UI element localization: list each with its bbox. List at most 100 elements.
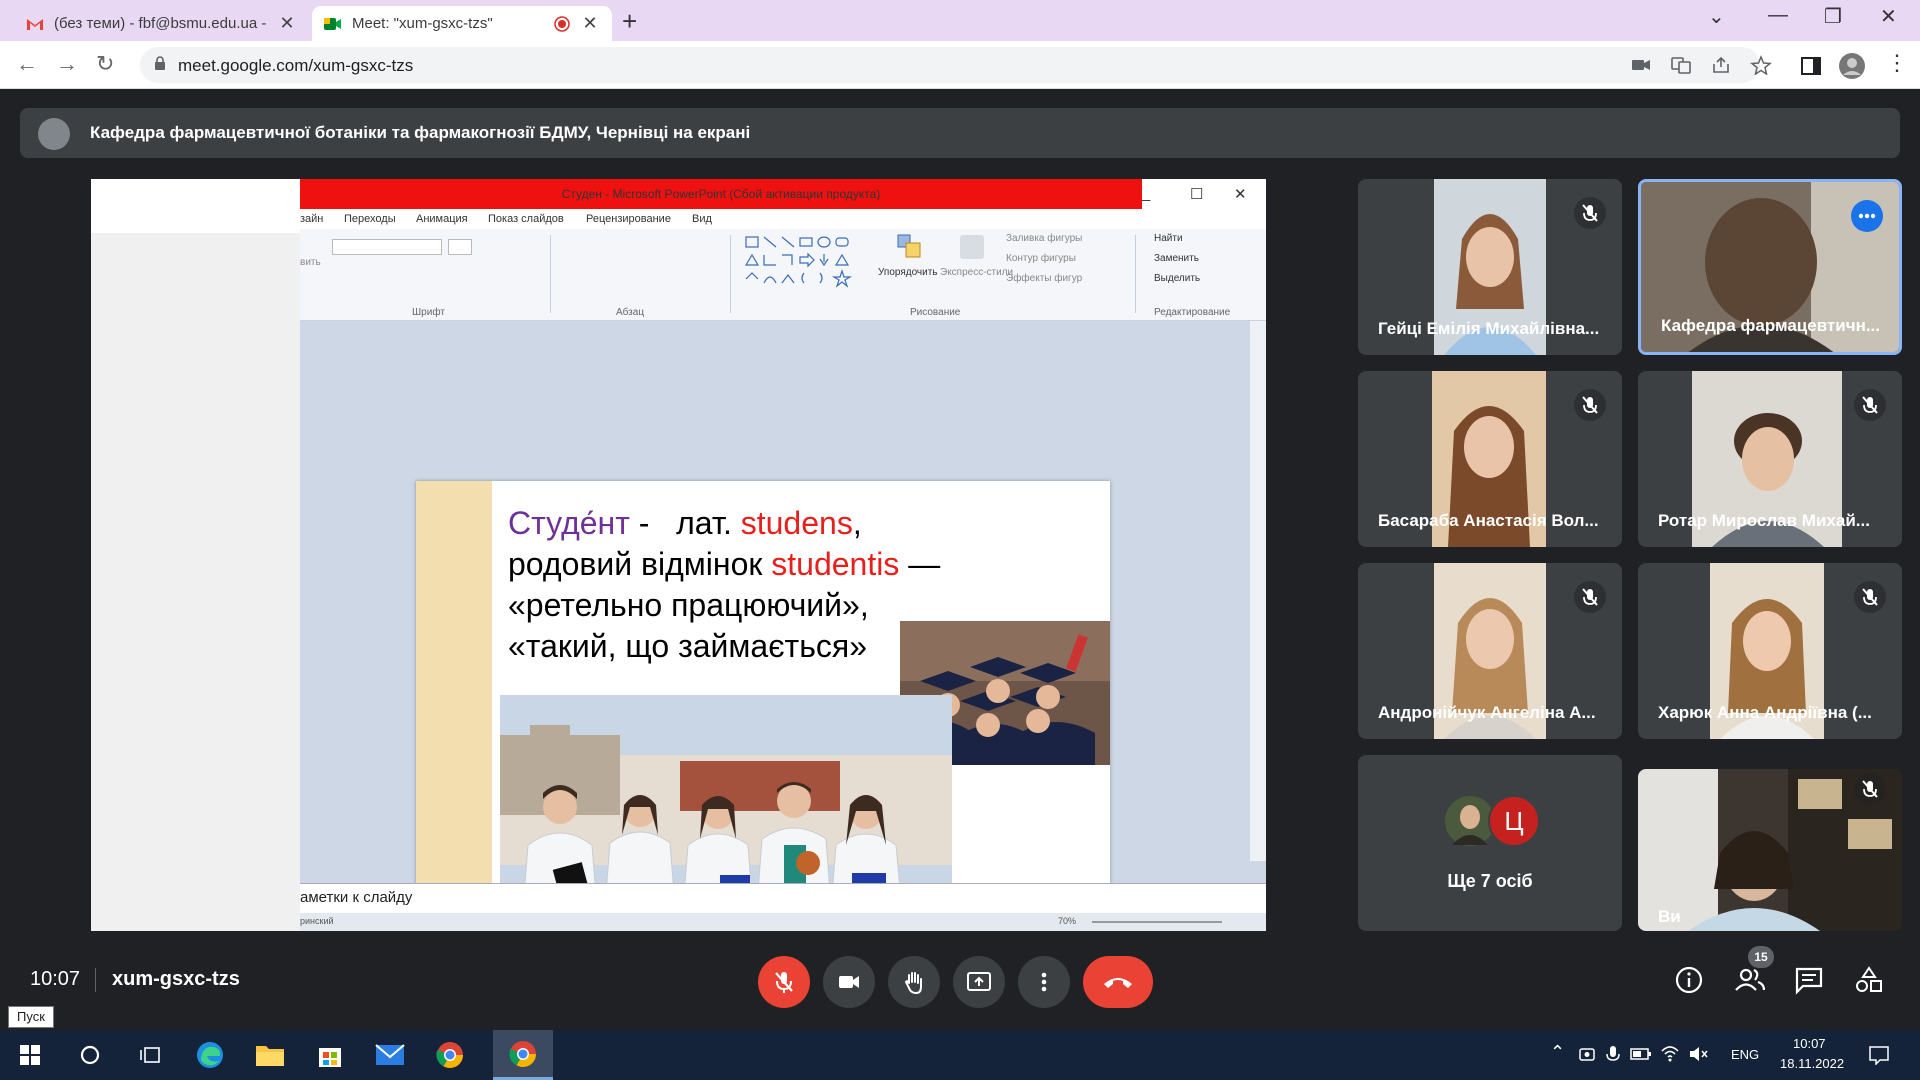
close-tab-icon[interactable]: ✕ [580, 13, 600, 34]
profile-avatar[interactable] [1838, 52, 1866, 80]
browser-menu-icon[interactable]: ⋮ [1886, 50, 1908, 76]
participant-name: Харюк Анна Андріївна (... [1658, 703, 1872, 722]
start-button[interactable] [0, 1030, 60, 1080]
close-window-icon[interactable]: ✕ [1880, 4, 1897, 29]
address-bar[interactable]: meet.google.com/xum-gsxc-tzs [140, 47, 1772, 83]
more-options-button[interactable] [1018, 956, 1070, 1008]
task-view-button[interactable] [120, 1030, 180, 1080]
store-icon [319, 1048, 341, 1067]
participants-count-badge: 15 [1748, 946, 1774, 968]
bookmark-star-icon[interactable] [1750, 55, 1772, 75]
close-tab-icon[interactable]: ✕ [277, 13, 297, 34]
meeting-time: 10:07 [30, 968, 81, 990]
muted-mic-icon [1574, 581, 1606, 613]
ppt-status-language: ринский [300, 916, 334, 926]
ppt-vertical-scrollbar [1250, 321, 1266, 861]
people-icon[interactable] [1734, 965, 1766, 995]
presenter-avatar [38, 118, 70, 150]
edge-taskbar-button[interactable] [180, 1030, 240, 1080]
ppt-group-paragraph: Абзац [616, 307, 645, 318]
ppt-replace-label: Заменить [1154, 253, 1199, 264]
ppt-window-controls: _ ☐ ✕ [1142, 179, 1266, 209]
present-icon [967, 972, 991, 991]
ppt-arrange-icon [897, 234, 921, 258]
input-language[interactable]: ENG [1731, 1047, 1759, 1062]
volume-muted-icon[interactable] [1688, 1045, 1708, 1063]
webcam-tray-icon[interactable] [1578, 1046, 1596, 1064]
slide-latin-studentis: studentis [771, 546, 900, 582]
raise-hand-button[interactable] [888, 956, 940, 1008]
mic-off-icon [775, 972, 793, 993]
tab-title: Meet: "xum-gsxc-tzs" [352, 15, 493, 32]
ppt-tab: Переходы [344, 213, 396, 225]
chrome-active-taskbar-button[interactable] [493, 1030, 553, 1080]
mail-icon [375, 1044, 405, 1065]
self-view-tile[interactable]: Ви [1638, 769, 1902, 931]
participant-tile[interactable]: Харюк Анна Андріївна (... [1638, 563, 1902, 739]
search-button[interactable] [60, 1030, 120, 1080]
meet-icon [324, 17, 341, 30]
camera-icon [839, 976, 859, 988]
battery-icon[interactable] [1630, 1047, 1652, 1061]
ppt-font-box [332, 239, 442, 255]
participant-tile[interactable]: Андронійчук Ангеліна А... [1358, 563, 1622, 739]
lock-icon [155, 56, 165, 70]
participant-tile[interactable]: Гейці Емілія Михайлівна... [1358, 179, 1622, 355]
microphone-tray-icon[interactable] [1606, 1045, 1620, 1065]
windows-taskbar: ⌃ ENG 10:07 18.11.2022 [0, 1030, 1920, 1080]
ppt-zoom-slider [1092, 921, 1222, 923]
mail-button[interactable] [360, 1030, 420, 1080]
more-participants-tile[interactable]: Ц Ще 7 осіб [1358, 755, 1622, 931]
minimize-icon[interactable]: — [1768, 4, 1788, 27]
reload-icon[interactable]: ↻ [96, 51, 114, 77]
ppt-maximize-icon: ☐ [1190, 186, 1204, 203]
ppt-fill-label: Заливка фигуры [1006, 233, 1083, 244]
microphone-toggle-button[interactable] [758, 956, 810, 1008]
forward-icon[interactable]: → [56, 51, 78, 77]
store-button[interactable] [300, 1030, 360, 1080]
show-hidden-icons[interactable]: ⌃ [1550, 1042, 1565, 1063]
tab-meet[interactable]: Meet: "xum-gsxc-tzs" ✕ [312, 6, 612, 41]
meeting-details-icon[interactable] [1674, 965, 1704, 995]
url-text[interactable]: meet.google.com/xum-gsxc-tzs [178, 56, 413, 76]
leave-call-button[interactable] [1083, 956, 1153, 1008]
chat-icon[interactable] [1794, 965, 1824, 995]
banner-text: Кафедра фармацевтичної ботаніки та фарма… [90, 123, 751, 142]
more-options-icon[interactable] [1851, 200, 1883, 232]
taskbar-clock-date[interactable]: 18.11.2022 [1780, 1056, 1844, 1071]
ppt-paste-label: вить [300, 257, 321, 268]
ppt-outline-label: Контур фигуры [1006, 253, 1076, 264]
participant-tile[interactable]: Кафедра фармацевтичн... [1638, 179, 1902, 355]
participant-tile[interactable]: Басараба Анастасія Вол... [1358, 371, 1622, 547]
notifications-icon[interactable] [1868, 1045, 1890, 1065]
ppt-tab: Вид [692, 213, 712, 225]
chrome-icon [509, 1040, 537, 1067]
camera-in-use-icon[interactable] [1630, 55, 1652, 75]
file-explorer-button[interactable] [240, 1030, 300, 1080]
maximize-icon[interactable]: ❐ [1824, 4, 1842, 29]
muted-mic-icon [1574, 389, 1606, 421]
side-panel-icon[interactable] [1800, 56, 1822, 76]
activities-icon[interactable] [1854, 965, 1884, 995]
taskbar-clock-time[interactable]: 10:07 [1793, 1036, 1826, 1051]
participant-name: Ви [1658, 907, 1681, 926]
camera-toggle-button[interactable] [823, 956, 875, 1008]
slide-word-student: Студе́нт [508, 505, 630, 541]
tab-search-icon[interactable]: ⌄ [1708, 4, 1725, 29]
back-icon[interactable]: ← [16, 51, 38, 77]
translate-icon[interactable] [1670, 55, 1692, 75]
new-tab-icon[interactable]: + [622, 6, 637, 36]
ppt-group-drawing: Рисование [910, 307, 961, 318]
muted-mic-icon [1854, 581, 1886, 613]
wifi-icon[interactable] [1660, 1044, 1680, 1062]
task-view-icon [140, 1047, 160, 1063]
participant-tile[interactable]: Ротар Мирослав Михай... [1638, 371, 1902, 547]
chrome-taskbar-button[interactable] [420, 1030, 480, 1080]
present-screen-button[interactable] [953, 956, 1005, 1008]
participant-name: Гейці Емілія Михайлівна... [1378, 319, 1600, 338]
tab-gmail[interactable]: (без теми) - fbf@bsmu.edu.ua - ✕ [14, 6, 309, 41]
share-icon[interactable] [1710, 55, 1732, 75]
ppt-ribbon: вить Упорядочить Экспресс-стили Заливка … [300, 229, 1266, 321]
cortana-search-icon [80, 1045, 100, 1065]
ppt-close-icon: ✕ [1234, 186, 1247, 203]
